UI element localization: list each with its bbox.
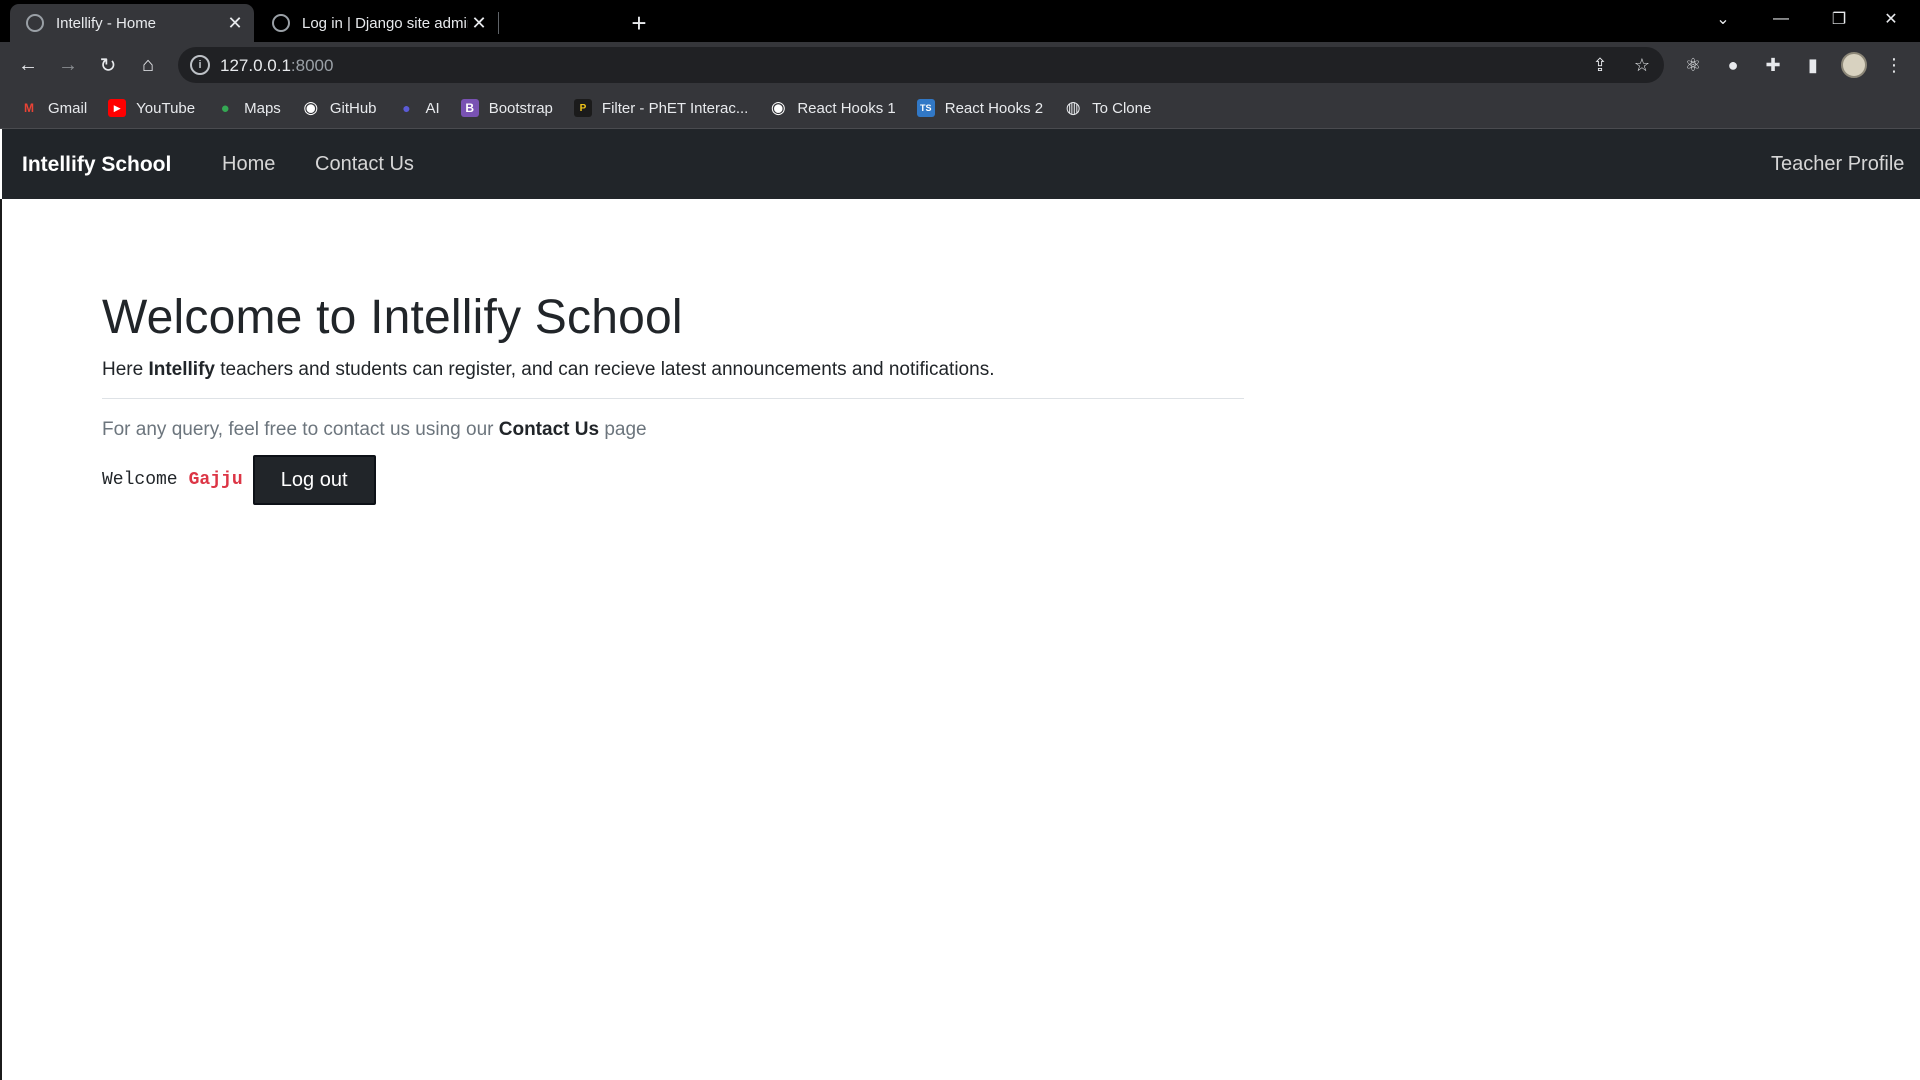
restore-button[interactable]: ❐: [1810, 0, 1868, 38]
bootstrap-icon: B: [460, 99, 479, 117]
site-info-icon[interactable]: i: [190, 55, 210, 75]
intro-prefix: Here: [102, 359, 149, 380]
contact-suffix: page: [599, 419, 647, 440]
github-icon: ◉: [303, 98, 319, 117]
bookmark-label: YouTube: [136, 99, 196, 117]
bookmark-to-clone[interactable]: ◍ To Clone: [1064, 98, 1152, 117]
user-row: Welcome Gajju Log out: [102, 455, 1244, 505]
tab-divider: [498, 12, 499, 34]
browser-menu-icon[interactable]: ⋮: [1878, 49, 1910, 81]
reload-button[interactable]: ↻: [90, 47, 126, 83]
intro-bold: Intellify: [148, 359, 215, 380]
divider: [102, 398, 1244, 399]
bookmark-bootstrap[interactable]: B Bootstrap: [460, 99, 553, 117]
bookmark-label: React Hooks 1: [797, 99, 896, 117]
intro-suffix: teachers and students can register, and …: [214, 359, 995, 380]
bookmark-ai[interactable]: ● AI: [398, 99, 440, 117]
tab-strip: Intellify - Home ✕ Log in | Django site …: [0, 0, 1920, 42]
ai-icon: ●: [402, 100, 411, 116]
bookmarks-bar: M Gmail ▶ YouTube ● Maps ◉ GitHub ● AI B Boots…: [0, 88, 1920, 129]
side-panel-icon[interactable]: ▮: [1797, 49, 1829, 81]
bookmark-phet[interactable]: P Filter - PhET Interac...: [573, 99, 749, 117]
tab-django-admin[interactable]: Log in | Django site admin ✕: [256, 4, 498, 42]
window-edge: [0, 199, 2, 1080]
typescript-icon: TS: [916, 99, 935, 117]
browser-chrome: Intellify - Home ✕ Log in | Django site …: [0, 0, 1920, 129]
tab-title: Intellify - Home: [56, 14, 157, 32]
tab-search-icon[interactable]: ⌄: [1694, 0, 1752, 38]
github-icon: ◉: [770, 98, 786, 117]
globe-icon: [26, 14, 44, 32]
back-button[interactable]: ←: [10, 47, 46, 83]
bookmark-react-hooks-1[interactable]: ◉ React Hooks 1: [769, 98, 896, 117]
bookmark-label: Gmail: [48, 99, 88, 117]
site-navbar: Intellify School Home Contact Us Teacher…: [2, 129, 1920, 199]
bookmark-label: GitHub: [329, 99, 377, 117]
globe-icon: ◍: [1065, 98, 1081, 117]
nav-contact-link[interactable]: Contact Us: [315, 153, 414, 176]
tab-title: Log in | Django site admin: [302, 14, 468, 32]
intro-text: Here Intellify teachers and students can…: [102, 359, 1244, 381]
url-port: :8000: [290, 56, 334, 75]
bookmark-star-icon[interactable]: ☆: [1630, 53, 1654, 77]
page-title: Welcome to Intellify School: [102, 291, 683, 344]
site-brand[interactable]: Intellify School: [22, 153, 171, 177]
home-button[interactable]: ⌂: [130, 47, 166, 83]
close-window-button[interactable]: ✕: [1862, 0, 1920, 38]
bookmark-label: To Clone: [1092, 99, 1152, 117]
gmail-icon: M: [24, 101, 34, 115]
bookmark-github[interactable]: ◉ GitHub: [302, 98, 377, 117]
youtube-icon: ▶: [108, 99, 127, 117]
url-text[interactable]: 127.0.0.1:8000: [220, 56, 333, 76]
maps-icon: ●: [220, 99, 230, 117]
logout-button[interactable]: Log out: [252, 455, 376, 505]
minimize-button[interactable]: —: [1752, 0, 1810, 38]
bookmark-label: AI: [425, 99, 440, 117]
react-devtools-icon[interactable]: ⚛: [1677, 49, 1709, 81]
contact-prefix: For any query, feel free to contact us u…: [102, 419, 499, 440]
close-tab-icon[interactable]: ✕: [468, 12, 490, 34]
share-icon[interactable]: ⇪: [1588, 53, 1612, 77]
bookmark-maps[interactable]: ● Maps: [216, 99, 281, 117]
bookmark-react-hooks-2[interactable]: TS React Hooks 2: [916, 99, 1044, 117]
forward-button[interactable]: →: [50, 47, 86, 83]
address-bar[interactable]: i 127.0.0.1:8000 ⇪ ☆: [178, 47, 1664, 83]
extensions-puzzle-icon[interactable]: ✚: [1757, 49, 1789, 81]
close-tab-icon[interactable]: ✕: [224, 12, 246, 34]
url-host: 127.0.0.1: [220, 56, 291, 75]
nav-teacher-profile-link[interactable]: Teacher Profile: [1771, 153, 1904, 176]
bookmark-label: Bootstrap: [488, 99, 553, 117]
username: Gajju: [188, 470, 243, 490]
browser-toolbar: ← → ↻ ⌂ i 127.0.0.1:8000 ⇪ ☆: [0, 42, 1920, 88]
nav-home-link[interactable]: Home: [222, 153, 275, 176]
contact-note: For any query, feel free to contact us u…: [102, 419, 1244, 441]
hero-section: Welcome to Intellify School Here Intelli…: [102, 290, 1244, 505]
bookmark-label: React Hooks 2: [944, 99, 1044, 117]
bookmark-gmail[interactable]: M Gmail: [20, 99, 87, 117]
tab-intellify-home[interactable]: Intellify - Home ✕: [10, 4, 254, 42]
welcome-label: Welcome: [102, 470, 178, 490]
new-tab-button[interactable]: +: [624, 8, 654, 38]
bookmark-label: Filter - PhET Interac...: [601, 99, 749, 117]
bookmark-youtube[interactable]: ▶ YouTube: [108, 99, 195, 117]
bookmark-label: Maps: [244, 99, 281, 117]
contact-us-text: Contact Us: [498, 419, 600, 440]
profile-avatar[interactable]: [1841, 52, 1867, 78]
extension-icon[interactable]: ●: [1717, 49, 1749, 81]
globe-icon: [272, 14, 290, 32]
phet-icon: P: [573, 99, 592, 117]
